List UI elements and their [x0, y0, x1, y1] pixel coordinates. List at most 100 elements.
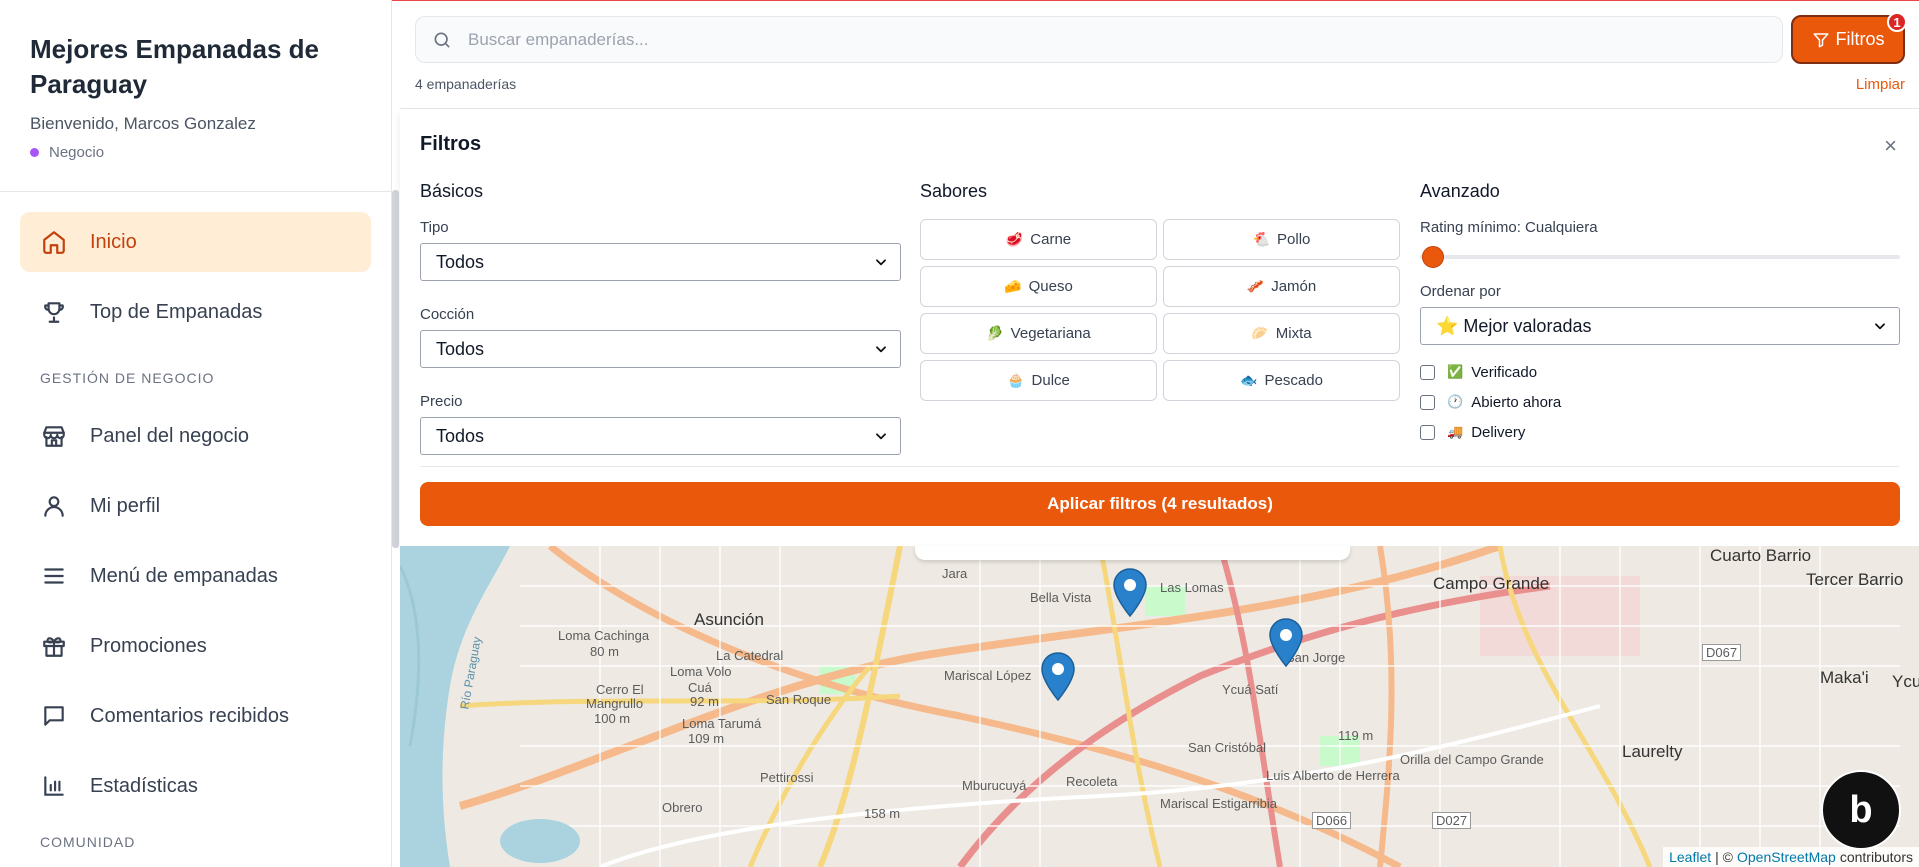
map-label-obrero: Obrero	[662, 800, 703, 815]
precio-label: Precio	[420, 393, 463, 410]
cheese-icon: 🧀	[1004, 278, 1022, 294]
rating-slider[interactable]	[1420, 245, 1900, 269]
flavor-label: Carne	[1030, 231, 1072, 248]
welcome-text: Bienvenido, Marcos Gonzalez	[30, 114, 256, 133]
map-label-loma-volo-alt: Cuá	[688, 680, 712, 695]
filters-button-label: Filtros	[1835, 29, 1885, 49]
sidebar-item-label: Top de Empanadas	[90, 300, 263, 323]
close-icon[interactable]: ×	[1884, 133, 1897, 159]
coccion-select-value: Todos	[436, 338, 485, 359]
flavor-button-mixta[interactable]: 🥟 Mixta	[1163, 313, 1400, 354]
sidebar-item-promociones[interactable]: Promociones	[20, 616, 371, 676]
clear-filters-link[interactable]: Limpiar	[1856, 76, 1905, 93]
sidebar-item-comentarios[interactable]: Comentarios recibidos	[20, 686, 371, 746]
sidebar-item-label: Promociones	[90, 634, 207, 657]
tipo-select[interactable]: Todos	[420, 243, 901, 281]
order-select[interactable]: ⭐ Mejor valoradas	[1420, 307, 1900, 345]
results-count: 4 empanaderías	[415, 76, 517, 92]
map-marker[interactable]	[1041, 652, 1075, 702]
leafy-green-icon: 🥬	[986, 325, 1004, 341]
map-label-d027: D027	[1432, 812, 1472, 829]
verified-checkbox[interactable]	[1420, 364, 1435, 380]
delivery-checkbox-row[interactable]: 🚚 Delivery	[1420, 417, 1900, 447]
map-label-tercer-barrio: Tercer Barrio	[1806, 570, 1904, 589]
map-label-la-catedral: La Catedral	[716, 648, 784, 663]
sidebar-item-estadisticas[interactable]: Estadísticas	[20, 756, 371, 816]
order-select-value: ⭐ Mejor valoradas	[1436, 315, 1592, 336]
fish-icon: 🐟	[1240, 372, 1258, 388]
coccion-select[interactable]: Todos	[420, 330, 901, 368]
map-label-laurelty: Laurelty	[1622, 742, 1683, 761]
map-label-asuncion: Asunción	[694, 610, 764, 629]
filters-basic-column: Básicos Tipo Todos Cocción Todos Precio …	[420, 181, 901, 480]
map-label-d066: D066	[1312, 812, 1352, 829]
rating-slider-thumb[interactable]	[1422, 246, 1444, 268]
delivery-checkbox[interactable]	[1420, 424, 1435, 440]
menu-icon	[40, 562, 68, 590]
flavor-button-dulce[interactable]: 🧁 Dulce	[920, 360, 1157, 401]
flavor-label: Pollo	[1277, 231, 1311, 248]
verified-checkbox-row[interactable]: ✅ Verificado	[1420, 357, 1900, 387]
sidebar-item-label: Inicio	[90, 230, 137, 253]
checkbox-label: Delivery	[1471, 423, 1526, 441]
map[interactable]: Asunción Campo Grande Cuarto Barrio Terc…	[400, 546, 1919, 867]
sidebar-item-mi-perfil[interactable]: Mi perfil	[20, 476, 371, 536]
open-now-checkbox-row[interactable]: 🕐 Abierto ahora	[1420, 387, 1900, 417]
sidebar-scrollbar[interactable]	[392, 190, 399, 548]
truck-icon: 🚚	[1447, 424, 1464, 439]
flavor-grid: 🥩 Carne 🐔 Pollo 🧀 Queso 🥓 Jamón 🥬 Vegetariana…	[920, 219, 1400, 401]
precio-select[interactable]: Todos	[420, 417, 901, 455]
map-label-las-lomas: Las Lomas	[1160, 580, 1224, 595]
map-marker[interactable]	[1113, 568, 1147, 618]
attribution-contributors: contributors	[1839, 849, 1913, 865]
openstreetmap-link[interactable]: OpenStreetMap	[1737, 849, 1836, 865]
sidebar-item-menu-empanadas[interactable]: Menú de empanadas	[20, 546, 371, 606]
tipo-select-value: Todos	[436, 251, 485, 272]
chevron-down-icon	[876, 346, 886, 353]
basic-heading: Básicos	[420, 181, 484, 201]
flavor-label: Dulce	[1031, 372, 1070, 389]
dumpling-icon: 🥟	[1251, 325, 1269, 341]
flavors-heading: Sabores	[920, 181, 988, 201]
filters-button[interactable]: Filtros 1	[1791, 12, 1907, 64]
bolt-badge-icon[interactable]: b	[1821, 770, 1901, 850]
flavor-button-vegetariana[interactable]: 🥬 Vegetariana	[920, 313, 1157, 354]
search-input[interactable]	[468, 29, 1668, 50]
map-label-loma-taruma-alt: 109 m	[688, 731, 725, 746]
sidebar-item-top-empanadas[interactable]: Top de Empanadas	[20, 282, 371, 342]
app-title: Mejores Empanadas de Paraguay	[30, 34, 319, 99]
filter-icon	[1813, 32, 1828, 47]
map-label-mariscal-estigarribia: Mariscal Estigarribia	[1160, 796, 1278, 811]
chevron-down-icon	[876, 259, 886, 266]
apply-filters-button[interactable]: Aplicar filtros (4 resultados)	[420, 482, 1900, 526]
chevron-down-icon	[1875, 323, 1885, 330]
flavor-button-queso[interactable]: 🧀 Queso	[920, 266, 1157, 307]
filters-panel: Filtros × Básicos Tipo Todos Cocción Tod…	[400, 109, 1919, 546]
map-label-loma-volo: Loma Volo	[670, 664, 732, 679]
tipo-label: Tipo	[420, 219, 449, 236]
clock-icon: 🕐	[1447, 394, 1464, 409]
map-marker[interactable]	[1269, 618, 1303, 668]
map-label-pettirossi: Pettirossi	[760, 770, 814, 785]
trophy-icon	[40, 298, 68, 326]
map-label-mangrullo: Mangrullo	[586, 696, 644, 711]
flavor-button-carne[interactable]: 🥩 Carne	[920, 219, 1157, 260]
open-now-checkbox[interactable]	[1420, 394, 1435, 410]
sidebar-header: Mejores Empanadas de Paraguay Bienvenido…	[0, 0, 391, 192]
leaflet-link[interactable]: Leaflet	[1669, 849, 1711, 865]
sidebar-item-panel-negocio[interactable]: Panel del negocio	[20, 406, 371, 466]
role-label: Negocio	[49, 144, 105, 161]
role-dot	[30, 148, 39, 157]
coccion-label: Cocción	[420, 306, 475, 323]
sidebar-item-inicio[interactable]: Inicio	[20, 212, 371, 272]
map-label-bella-vista: Bella Vista	[1030, 590, 1092, 605]
flavor-button-pescado[interactable]: 🐟 Pescado	[1163, 360, 1400, 401]
bacon-icon: 🥓	[1246, 278, 1265, 294]
flavor-label: Vegetariana	[1010, 325, 1091, 342]
flavor-button-pollo[interactable]: 🐔 Pollo	[1163, 219, 1400, 260]
checkbox-label: Abierto ahora	[1471, 393, 1562, 411]
sidebar: Mejores Empanadas de Paraguay Bienvenido…	[0, 0, 392, 867]
flavor-button-jamon[interactable]: 🥓 Jamón	[1163, 266, 1400, 307]
map-label-alt-119: 119 m	[1338, 728, 1374, 743]
section-heading-community: COMUNIDAD	[40, 834, 136, 850]
